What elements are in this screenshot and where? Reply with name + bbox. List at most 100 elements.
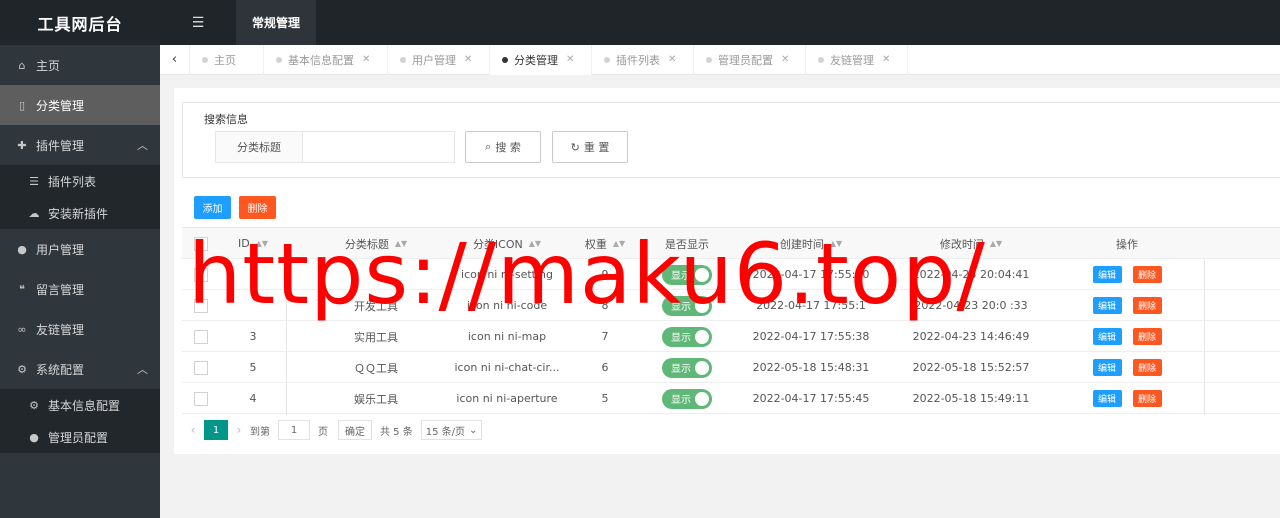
close-icon[interactable]: ✕ [668,54,676,65]
sidebar-item-messages[interactable]: ❝ 留言管理 [0,269,160,309]
row-checkbox[interactable] [194,267,208,282]
bookmark-icon: ▯ [18,98,26,112]
tab-admin-config[interactable]: 管理员配置 ✕ [694,44,806,75]
col-actions: 操作 [1062,228,1192,259]
delete-button[interactable]: 删除 [1132,266,1162,283]
tab-dot-icon [502,56,508,63]
sidebar-item-home[interactable]: ⌂ 主页 [0,45,160,85]
col-created-label: 创建时间 [779,237,824,251]
row-checkbox[interactable] [194,391,208,406]
menu-toggle-button[interactable]: ☰ [160,0,236,45]
row-checkbox[interactable] [194,360,208,375]
sidebar-item-users[interactable]: ● 用户管理 [0,229,160,269]
pager-size-select[interactable]: 15 条/页 ⌄ [420,420,483,440]
edit-button[interactable]: 编辑 [1092,390,1122,407]
col-created[interactable]: 创建时间 ▲▼ [736,228,886,259]
tab-users[interactable]: 用户管理 ✕ [388,44,490,75]
close-icon[interactable]: ✕ [362,54,370,65]
sidebar-item-label: 分类管理 [36,98,85,113]
cell-created: 2022-04-17 17:55:45 [752,392,870,405]
sidebar-item-label: 用户管理 [36,242,85,257]
chevron-left-icon: ‹ [171,52,178,67]
sidebar-item-install-plugin[interactable]: ☁ 安装新插件 [0,197,160,229]
sort-icon[interactable]: ▲▼ [613,239,625,247]
sidebar-item-system[interactable]: ⚙ 系统配置 ︿ [0,349,160,389]
delete-button[interactable]: 删除 [1132,328,1162,345]
delete-button[interactable]: 删除 [1132,297,1162,314]
select-all-checkbox[interactable] [194,236,208,251]
pager-page-label: 页 [318,426,328,438]
sidebar-item-admin-config[interactable]: ● 管理员配置 [0,421,160,453]
pager-current-page[interactable]: 1 [204,420,228,440]
cell-weight: 6 [601,361,609,374]
show-toggle[interactable]: 显示 [662,295,712,316]
cell-modified: 2022-04-23 20:0 :33 [914,299,1028,312]
edit-button[interactable]: 编辑 [1092,359,1122,376]
delete-button[interactable]: 删除 [1132,359,1162,376]
pager-size-value: 15 条/页 [425,426,466,438]
col-icon[interactable]: 分类ICON ▲▼ [442,228,572,259]
tab-home[interactable]: 主页 [190,44,264,75]
sidebar-submenu-plugins: ☰ 插件列表 ☁ 安装新插件 [0,165,160,229]
col-id[interactable]: ID ▲▼ [220,228,286,259]
sort-icon[interactable]: ▲▼ [256,239,268,247]
cell-title [316,259,436,290]
tab-label: 友链管理 [830,53,874,67]
edit-button[interactable]: 编辑 [1092,266,1122,283]
add-button[interactable]: 添加 [194,196,231,219]
pager-confirm-button[interactable]: 确定 [338,420,372,440]
pager-next-icon[interactable]: › [228,423,250,437]
close-icon[interactable]: ✕ [781,54,789,65]
sidebar-item-plugin-list[interactable]: ☰ 插件列表 [0,165,160,197]
row-select-cell [182,352,220,383]
tabs-scroll-left-button[interactable]: ‹ [160,44,190,75]
row-checkbox[interactable] [194,298,208,313]
delete-button[interactable]: 删除 [1132,390,1162,407]
top-tab-general[interactable]: 常规管理 [236,0,317,45]
show-toggle[interactable]: 显示 [662,264,712,285]
app-logo-title[interactable]: 工具网后台 [0,0,160,45]
edit-button[interactable]: 编辑 [1092,297,1122,314]
row-select-cell [182,321,220,352]
col-weight[interactable]: 权重 ▲▼ [574,228,636,259]
close-icon[interactable]: ✕ [464,54,472,65]
col-modified[interactable]: 修改时间 ▲▼ [896,228,1046,259]
search-button[interactable]: ⌕ 搜 索 [465,131,541,163]
sidebar-item-links[interactable]: ∞ 友链管理 [0,309,160,349]
close-icon[interactable]: ✕ [566,54,574,65]
show-toggle[interactable]: 显示 [662,357,712,378]
sort-icon[interactable]: ▲▼ [395,239,407,247]
sidebar-item-label: 插件管理 [36,138,85,153]
reset-button[interactable]: ↻ 重 置 [552,131,628,163]
search-title-input[interactable] [303,131,455,163]
table-row: icon ni ni-setting 9 显示 2022-04-17 17:55… [182,259,1280,290]
batch-delete-button[interactable]: 删除 [239,196,276,219]
pager-prev-icon[interactable]: ‹ [182,423,204,437]
user-icon: ● [17,242,27,256]
user-icon: ● [29,430,39,444]
puzzle-icon: ✚ [17,138,27,152]
tab-links[interactable]: 友链管理 ✕ [806,44,908,75]
cloud-upload-icon: ☁ [28,206,40,220]
tab-category[interactable]: 分类管理 ✕ [490,44,592,75]
cell-modified: 2022-05-18 15:52:57 [912,361,1030,374]
sort-icon[interactable]: ▲▼ [529,239,541,247]
row-checkbox[interactable] [194,329,208,344]
close-icon[interactable]: ✕ [882,54,890,65]
show-toggle[interactable]: 显示 [662,388,712,409]
edit-button[interactable]: 编辑 [1092,328,1122,345]
pager-goto-input[interactable]: 1 [278,420,310,440]
row-select-cell [182,290,220,321]
col-title[interactable]: 分类标题 ▲▼ [316,228,436,259]
indent-icon: ☰ [191,14,205,31]
sort-icon[interactable]: ▲▼ [830,239,842,247]
tab-basic-config[interactable]: 基本信息配置 ✕ [264,44,388,75]
sidebar-item-basic-config[interactable]: ⚙ 基本信息配置 [0,389,160,421]
tab-plugin-list[interactable]: 插件列表 ✕ [592,44,694,75]
sidebar-item-plugins[interactable]: ✚ 插件管理 ︿ [0,125,160,165]
sort-icon[interactable]: ▲▼ [990,239,1002,247]
tab-dot-icon [604,56,610,63]
sidebar-item-category[interactable]: ▯ 分类管理 [0,85,160,125]
cell-icon: icon ni ni-setting [461,268,553,281]
show-toggle[interactable]: 显示 [662,326,712,347]
